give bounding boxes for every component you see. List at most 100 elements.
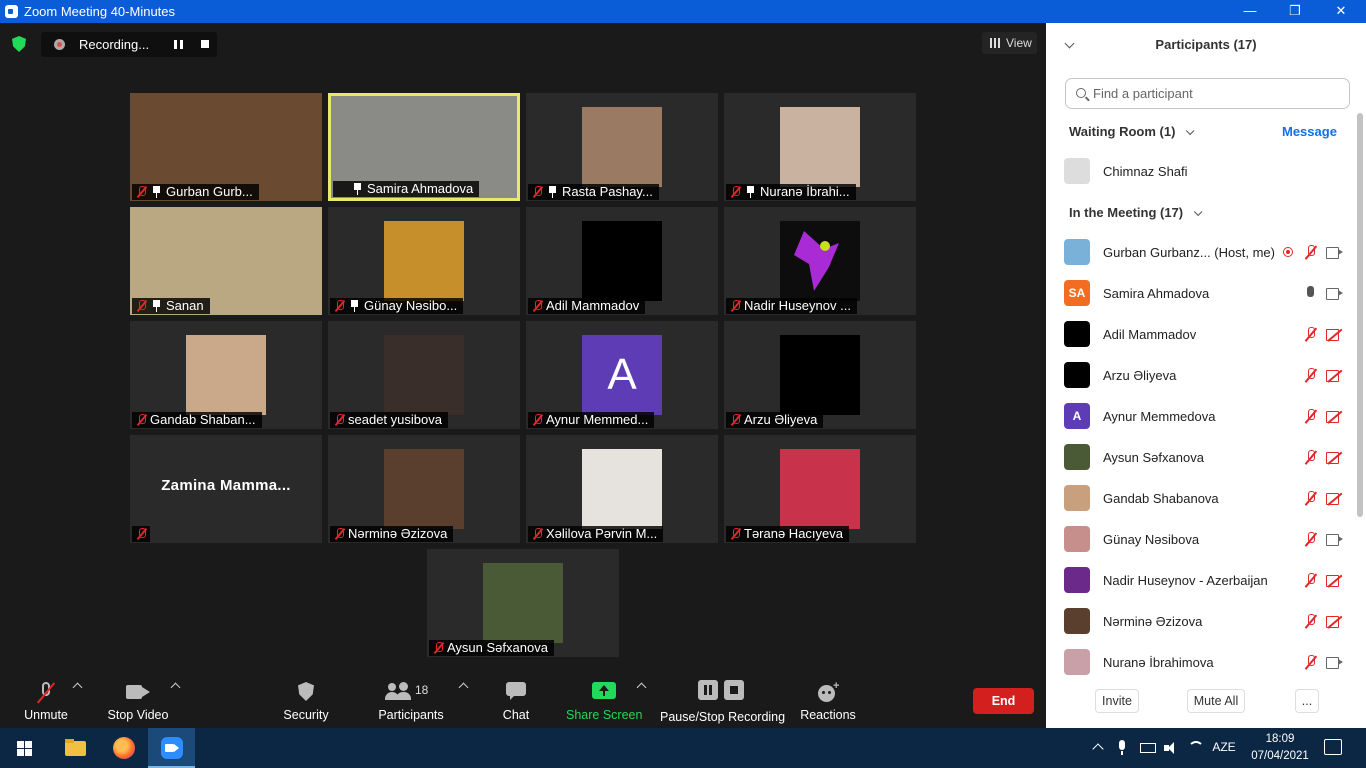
mute-all-button[interactable]: Mute All: [1187, 689, 1245, 713]
waiting-room-header[interactable]: Waiting Room (1): [1069, 124, 1195, 139]
participant-row[interactable]: Adil Mammadov: [1064, 314, 1356, 355]
muted-microphone-icon[interactable]: [1304, 245, 1318, 260]
tile-name-label: Təranə Hacıyeva: [726, 526, 849, 542]
video-options-chevron-icon[interactable]: [170, 682, 181, 693]
video-tile[interactable]: Nərminə Əzizova: [328, 435, 520, 543]
reactions-label: Reactions: [800, 708, 856, 722]
participant-row[interactable]: Nadir Huseynov - Azerbaijan: [1064, 560, 1356, 601]
view-button[interactable]: View: [982, 32, 1037, 54]
panel-title: Participants (17): [1155, 37, 1257, 52]
chat-button[interactable]: Chat: [496, 670, 536, 728]
muted-microphone-icon: [532, 186, 543, 198]
input-language-indicator[interactable]: AZE: [1209, 740, 1239, 754]
encryption-shield-icon[interactable]: [12, 36, 26, 52]
video-camera-icon: [1326, 288, 1344, 300]
participants-options-chevron-icon[interactable]: [458, 682, 469, 693]
video-tile[interactable]: Gandab Shaban...: [130, 321, 322, 429]
video-tile[interactable]: Arzu Əliyeva: [724, 321, 916, 429]
video-tile[interactable]: A Aynur Memmed...: [526, 321, 718, 429]
participant-row[interactable]: Nuranə İbrahimova: [1064, 642, 1356, 683]
panel-scrollbar[interactable]: [1357, 113, 1363, 517]
muted-microphone-icon[interactable]: [1304, 327, 1318, 342]
find-participant-input[interactable]: Find a participant: [1065, 78, 1350, 109]
participant-row[interactable]: Aysun Səfxanova: [1064, 437, 1356, 478]
minimize-button[interactable]: —: [1235, 2, 1265, 20]
video-tile[interactable]: Adil Mammadov: [526, 207, 718, 315]
video-tile[interactable]: Gurban Gurb...: [130, 93, 322, 201]
in-meeting-header[interactable]: In the Meeting (17): [1069, 205, 1203, 220]
microphone-icon[interactable]: [1307, 286, 1314, 297]
share-screen-button[interactable]: Share Screen: [566, 670, 642, 728]
pause-stop-recording-button[interactable]: Pause/Stop Recording: [660, 670, 785, 728]
stop-video-button[interactable]: Stop Video: [104, 670, 172, 728]
muted-microphone-icon: [433, 642, 444, 654]
video-tile[interactable]: Günay Nəsibo...: [328, 207, 520, 315]
participant-name: Adil Mammadov: [546, 298, 640, 313]
unmute-button[interactable]: Unmute: [14, 670, 78, 728]
video-tile[interactable]: Nuranə İbrahi...: [724, 93, 916, 201]
tile-name-label: seadet yusibova: [330, 412, 448, 428]
muted-microphone-icon[interactable]: [1304, 614, 1318, 629]
video-off-icon: [1326, 493, 1344, 505]
muted-microphone-icon[interactable]: [1304, 573, 1318, 588]
volume-icon[interactable]: [1164, 741, 1178, 755]
video-tile[interactable]: Xəlilova Pərvin M...: [526, 435, 718, 543]
action-center-icon[interactable]: [1324, 739, 1342, 755]
participant-row[interactable]: SA Samira Ahmadova: [1064, 273, 1356, 314]
video-tile[interactable]: Sanan: [130, 207, 322, 315]
video-tile[interactable]: Təranə Hacıyeva: [724, 435, 916, 543]
pause-recording-icon[interactable]: [174, 40, 183, 49]
muted-microphone-icon[interactable]: [1304, 655, 1318, 670]
end-meeting-button[interactable]: End: [973, 688, 1034, 714]
message-waiting-link[interactable]: Message: [1282, 124, 1337, 139]
taskbar-date[interactable]: 07/04/2021: [1250, 750, 1310, 762]
muted-microphone-icon[interactable]: [1304, 450, 1318, 465]
muted-microphone-icon[interactable]: [1304, 532, 1318, 547]
participant-row[interactable]: A Aynur Memmedova: [1064, 396, 1356, 437]
firefox-icon[interactable]: [100, 728, 147, 768]
avatar: SA: [1064, 280, 1090, 306]
windows-start-icon[interactable]: [17, 741, 32, 756]
video-tile[interactable]: Nadir Huseynov ...: [724, 207, 916, 315]
video-tile[interactable]: Aysun Səfxanova: [427, 549, 619, 657]
more-options-button[interactable]: ...: [1295, 689, 1319, 713]
show-hidden-icons-chevron-icon[interactable]: [1092, 741, 1104, 755]
battery-icon[interactable]: [1140, 743, 1156, 753]
tile-name-label: Nadir Huseynov ...: [726, 298, 857, 314]
pin-icon: [548, 186, 557, 198]
microphone-tray-icon[interactable]: [1117, 740, 1127, 756]
reactions-button[interactable]: + Reactions: [798, 670, 858, 728]
participant-row[interactable]: Günay Nəsibova: [1064, 519, 1356, 560]
security-button[interactable]: Security: [276, 670, 336, 728]
file-explorer-icon[interactable]: [52, 728, 99, 768]
muted-microphone-icon: [136, 414, 147, 426]
muted-microphone-icon: [334, 414, 345, 426]
muted-microphone-icon[interactable]: [1304, 368, 1318, 383]
taskbar-time[interactable]: 18:09: [1250, 733, 1310, 745]
wifi-icon[interactable]: [1188, 741, 1204, 755]
video-tile[interactable]: Zamina Mamma...: [130, 435, 322, 543]
participant-row[interactable]: Nərminə Əzizova: [1064, 601, 1356, 642]
zoom-taskbar-icon[interactable]: [148, 728, 195, 768]
stop-recording-icon[interactable]: [201, 40, 209, 48]
video-off-icon: [1326, 616, 1344, 628]
video-camera-icon: [1326, 247, 1344, 259]
waiting-participant-row[interactable]: Chimnaz Shafi: [1064, 151, 1356, 192]
invite-button[interactable]: Invite: [1095, 689, 1139, 713]
pause-stop-recording-icon: [698, 680, 744, 700]
video-tile[interactable]: seadet yusibova: [328, 321, 520, 429]
participant-name: Aysun Səfxanova: [1103, 450, 1204, 465]
pin-icon: [350, 300, 359, 312]
restore-button[interactable]: ❐: [1280, 2, 1310, 20]
video-tile[interactable]: Samira Ahmadova: [328, 93, 520, 201]
participants-button[interactable]: 18 Participants: [376, 670, 446, 728]
muted-microphone-icon: [730, 414, 741, 426]
participant-row[interactable]: Arzu Əliyeva: [1064, 355, 1356, 396]
muted-microphone-icon[interactable]: [1304, 491, 1318, 506]
participant-row[interactable]: Gurban Gurbanz... (Host, me): [1064, 232, 1356, 273]
close-button[interactable]: ✕: [1326, 2, 1356, 20]
video-tile[interactable]: Rasta Pashay...: [526, 93, 718, 201]
avatar: [1064, 567, 1090, 593]
participant-row[interactable]: Gandab Shabanova: [1064, 478, 1356, 519]
muted-microphone-icon[interactable]: [1304, 409, 1318, 424]
